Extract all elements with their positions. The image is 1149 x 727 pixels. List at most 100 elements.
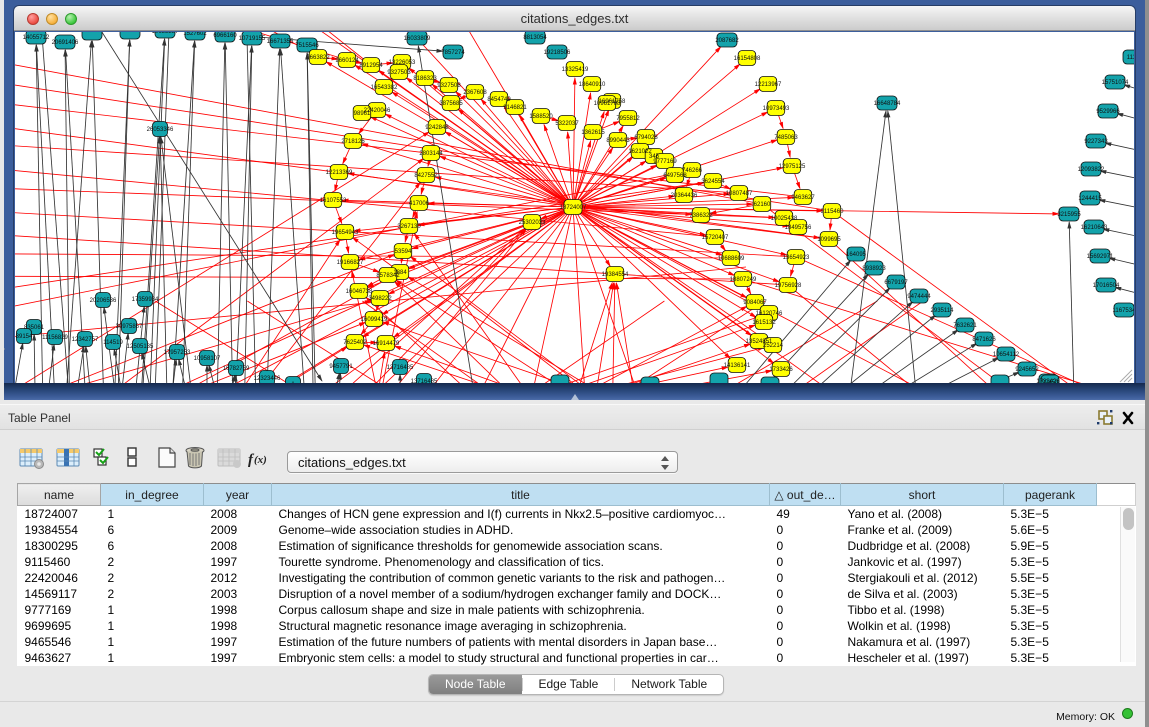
svg-text:9115460: 9115460 — [821, 209, 845, 215]
svg-text:98961: 98961 — [354, 111, 371, 117]
svg-text:1167534: 1167534 — [1113, 308, 1134, 314]
svg-text:1588520: 1588520 — [529, 114, 553, 120]
svg-text:5322037: 5322037 — [555, 121, 579, 127]
svg-text:30975867: 30975867 — [116, 324, 143, 330]
svg-text:1099695: 1099695 — [817, 237, 841, 243]
svg-text:9474444: 9474444 — [907, 294, 931, 300]
svg-text:6679197: 6679197 — [884, 280, 908, 286]
svg-text:746266: 746266 — [682, 168, 703, 174]
svg-text:16671355: 16671355 — [267, 39, 294, 45]
svg-text:12213967: 12213967 — [755, 82, 782, 88]
svg-text:2718126: 2718126 — [341, 139, 365, 145]
svg-text:15692971: 15692971 — [1087, 254, 1114, 260]
svg-text:14055712: 14055712 — [23, 35, 50, 41]
svg-text:19166827: 19166827 — [337, 260, 364, 266]
svg-text:16210643: 16210643 — [1081, 225, 1108, 231]
svg-text:10958107: 10958107 — [194, 356, 221, 362]
svg-text:7386322: 7386322 — [689, 213, 713, 219]
svg-text:9084067: 9084067 — [743, 300, 767, 306]
svg-text:9777169: 9777169 — [653, 159, 677, 165]
svg-text:16154808: 16154808 — [734, 56, 761, 62]
svg-text:17016504: 17016504 — [1093, 283, 1120, 289]
svg-text:9327508: 9327508 — [437, 83, 461, 89]
svg-text:20206536: 20206536 — [90, 298, 117, 304]
svg-text:7515546: 7515546 — [295, 43, 319, 49]
svg-text:16099419: 16099419 — [361, 317, 388, 323]
svg-text:9457791: 9457791 — [329, 364, 353, 370]
svg-text:12975125: 12975125 — [779, 164, 806, 170]
svg-text:20364436: 20364436 — [671, 193, 698, 199]
svg-text:1615132: 1615132 — [752, 320, 776, 326]
svg-text:8427552: 8427552 — [414, 173, 438, 179]
svg-text:6966160: 6966160 — [213, 33, 237, 39]
svg-text:2367608: 2367608 — [463, 90, 487, 96]
svg-text:3624554: 3624554 — [701, 179, 725, 185]
svg-text:10807487: 10807487 — [726, 191, 753, 197]
svg-text:15751074: 15751074 — [1102, 80, 1129, 86]
svg-text:13654923: 13654923 — [783, 255, 810, 261]
svg-text:16120746: 16120746 — [756, 311, 783, 317]
svg-text:9245652: 9245652 — [1015, 367, 1039, 373]
svg-text:19756928: 19756928 — [775, 283, 802, 289]
svg-text:9146821: 9146821 — [503, 105, 527, 111]
svg-text:12213369: 12213369 — [326, 170, 353, 176]
svg-text:19218506: 19218506 — [544, 50, 571, 56]
svg-text:3215955: 3215955 — [1057, 212, 1081, 218]
svg-text:19384554: 19384554 — [602, 272, 629, 278]
svg-text:252214: 252214 — [763, 343, 784, 349]
svg-text:1362615: 1362615 — [581, 130, 605, 136]
svg-text:16782759: 16782759 — [223, 366, 250, 372]
svg-text:12323446: 12323446 — [254, 376, 281, 382]
svg-text:7663822: 7663822 — [306, 55, 330, 61]
svg-text:7625402: 7625402 — [343, 340, 367, 346]
svg-text:9660124: 9660124 — [335, 58, 359, 64]
svg-text:8938923: 8938923 — [862, 266, 886, 272]
svg-text:8813054: 8813054 — [523, 35, 547, 41]
svg-text:16543382: 16543382 — [371, 85, 398, 91]
svg-text:(x): (x) — [254, 454, 267, 466]
svg-text:18724007: 18724007 — [560, 205, 587, 211]
svg-text:417006: 417006 — [409, 201, 430, 207]
svg-text:8454749: 8454749 — [487, 97, 511, 103]
svg-text:53594: 53594 — [395, 249, 412, 255]
svg-text:26053346: 26053346 — [147, 127, 174, 133]
svg-text:16033809: 16033809 — [404, 36, 431, 42]
svg-text:9227343: 9227343 — [1084, 139, 1108, 145]
svg-text:2803144: 2803144 — [419, 151, 443, 157]
svg-text:10688609: 10688609 — [718, 256, 745, 262]
svg-text:1112: 1112 — [1127, 55, 1134, 61]
svg-text:1733426: 1733426 — [769, 367, 793, 373]
svg-text:7632621: 7632621 — [953, 323, 977, 329]
svg-text:8578342: 8578342 — [376, 273, 400, 279]
svg-text:13325419: 13325419 — [562, 67, 589, 73]
svg-text:20691406: 20691406 — [52, 40, 79, 46]
svg-text:18807249: 18807249 — [730, 277, 757, 283]
svg-text:1244415: 1244415 — [1078, 196, 1102, 202]
svg-text:19654943: 19654943 — [332, 230, 359, 236]
svg-text:835061: 835061 — [24, 325, 45, 331]
svg-text:8471626: 8471626 — [972, 337, 996, 343]
svg-text:14136141: 14136141 — [724, 363, 751, 369]
svg-text:10973493: 10973493 — [763, 106, 790, 112]
svg-text:17957253: 17957253 — [164, 350, 191, 356]
svg-text:1527602: 1527602 — [183, 32, 207, 37]
svg-text:7955812: 7955812 — [616, 116, 640, 122]
svg-text:7857274: 7857274 — [441, 50, 465, 56]
svg-text:10719155: 10719155 — [239, 36, 266, 42]
svg-text:3267130: 3267130 — [397, 224, 421, 230]
svg-text:16046738: 16046738 — [346, 289, 373, 295]
svg-text:13226053: 13226053 — [389, 60, 416, 66]
svg-text:62160: 62160 — [754, 202, 771, 208]
svg-text:9242848: 9242848 — [425, 125, 449, 131]
svg-text:9327503: 9327503 — [387, 70, 411, 76]
svg-text:13716485: 13716485 — [387, 365, 414, 371]
svg-text:12342757: 12342757 — [72, 337, 99, 343]
svg-text:18640910: 18640910 — [579, 82, 606, 88]
svg-text:3498222: 3498222 — [368, 296, 392, 302]
svg-text:2087682: 2087682 — [715, 38, 739, 44]
svg-text:25302033: 25302033 — [519, 220, 546, 226]
svg-text:15720407: 15720407 — [702, 235, 729, 241]
svg-text:2935114: 2935114 — [931, 308, 955, 314]
svg-text:8186323: 8186323 — [413, 76, 437, 82]
svg-text:16648784: 16648784 — [874, 101, 901, 107]
